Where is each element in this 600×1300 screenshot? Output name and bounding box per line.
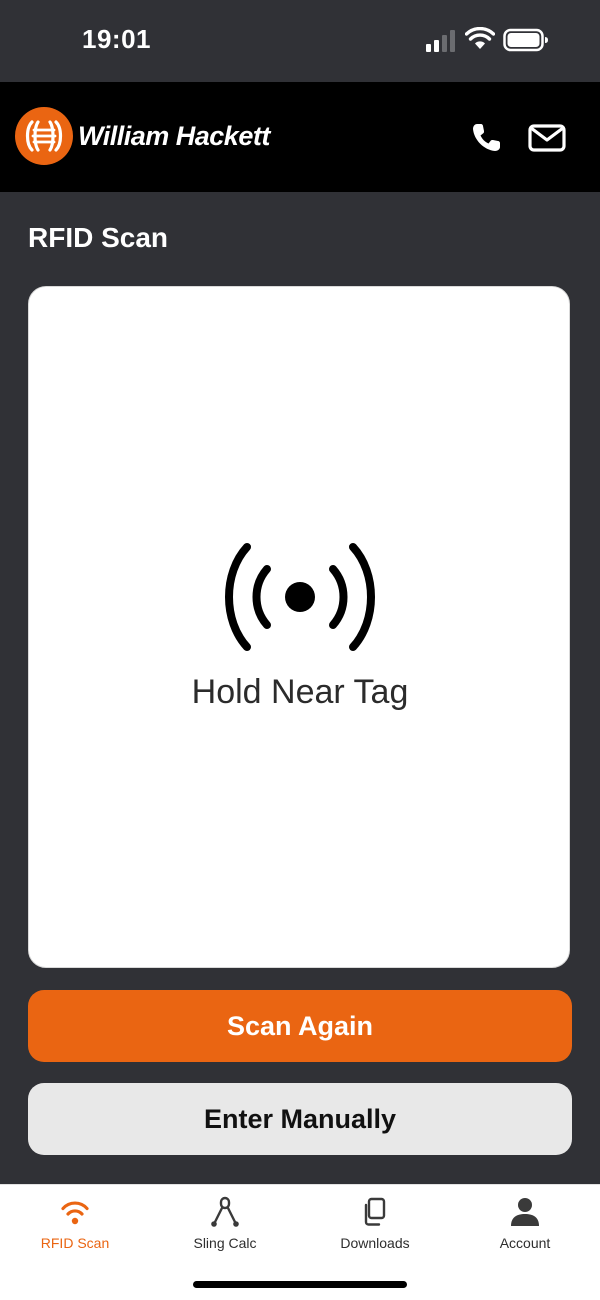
- tab-label: RFID Scan: [40, 1235, 110, 1251]
- app-header: William Hackett: [0, 82, 600, 192]
- tab-label: Sling Calc: [193, 1235, 257, 1251]
- tab-rfid-scan[interactable]: RFID Scan: [0, 1185, 150, 1265]
- sling-icon: [211, 1196, 239, 1227]
- tab-label: Account: [499, 1235, 551, 1251]
- person-icon: [511, 1198, 539, 1226]
- cellular-signal-icon: [426, 30, 455, 52]
- brand-name: William Hackett: [78, 121, 270, 151]
- status-bar: 19:01: [0, 0, 600, 82]
- app-screen: 19:01 William Hackett RFID Scan Hold Nea…: [0, 0, 600, 1300]
- page-title: RFID Scan: [28, 222, 169, 253]
- battery-icon: [503, 28, 548, 52]
- tab-sling-calc[interactable]: Sling Calc: [150, 1185, 300, 1265]
- documents-icon: [364, 1197, 386, 1226]
- william-hackett-logo-icon: [15, 107, 73, 165]
- wifi-icon: [465, 27, 495, 49]
- tab-account[interactable]: Account: [450, 1185, 600, 1265]
- mail-icon[interactable]: [528, 124, 566, 152]
- status-time: 19:01: [82, 24, 151, 54]
- phone-icon[interactable]: [470, 122, 502, 154]
- scan-again-button[interactable]: Scan Again: [28, 990, 572, 1062]
- scan-instruction: Hold Near Tag: [191, 673, 409, 711]
- tab-downloads[interactable]: Downloads: [300, 1185, 450, 1265]
- rfid-broadcast-icon: [225, 543, 375, 651]
- enter-manually-button[interactable]: Enter Manually: [28, 1083, 572, 1155]
- tab-label: Downloads: [340, 1235, 410, 1251]
- scan-card: Hold Near Tag: [28, 286, 570, 968]
- rfid-icon: [61, 1201, 89, 1225]
- home-indicator: [193, 1281, 407, 1288]
